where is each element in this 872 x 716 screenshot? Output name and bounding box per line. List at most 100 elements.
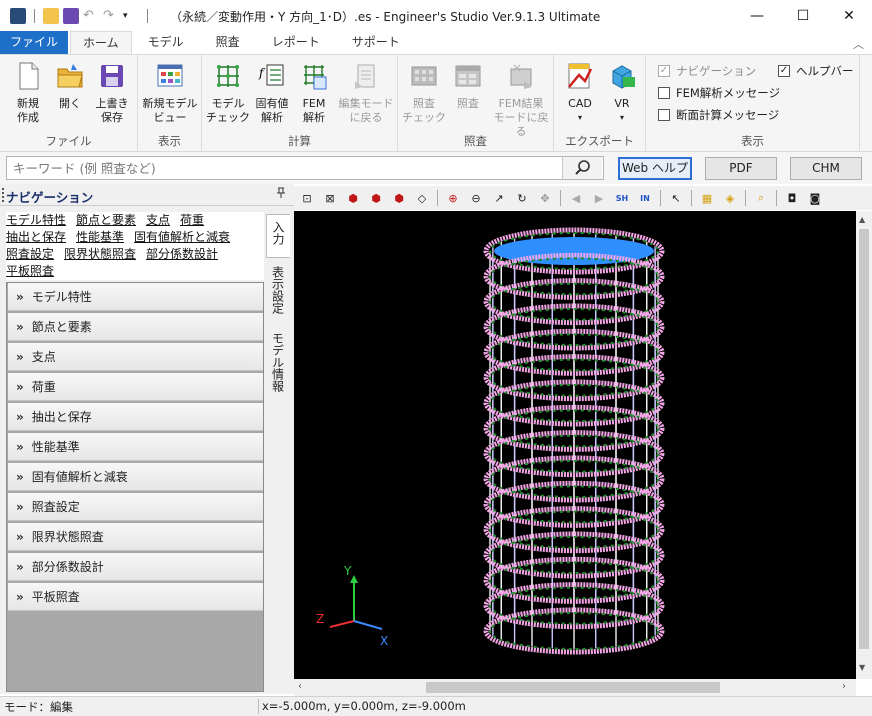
tab-support[interactable]: サポート bbox=[336, 31, 416, 54]
redo-icon[interactable]: ↷ bbox=[103, 8, 119, 24]
select-cursor-icon[interactable]: ↖ bbox=[667, 189, 685, 207]
nav-section-item[interactable]: » 照査設定 bbox=[8, 493, 263, 521]
vtab-display-settings[interactable]: 表示設定 bbox=[266, 260, 290, 326]
forward-icon[interactable]: ▶ bbox=[590, 189, 608, 207]
back-icon[interactable]: ◀ bbox=[567, 189, 585, 207]
check-check-button[interactable]: 照査 チェック bbox=[402, 61, 446, 125]
nav-link[interactable]: 平板照査 bbox=[6, 264, 54, 278]
nav-link[interactable]: 荷重 bbox=[180, 213, 204, 227]
scroll-up-icon[interactable]: ▲ bbox=[859, 215, 865, 224]
navigation-checkbox[interactable]: ✓ ナビゲーション bbox=[658, 63, 756, 79]
nav-section-item[interactable]: » モデル特性 bbox=[8, 283, 263, 311]
nav-link[interactable]: 節点と要素 bbox=[76, 213, 136, 227]
tab-report[interactable]: レポート bbox=[256, 31, 336, 54]
nav-section-item[interactable]: » 節点と要素 bbox=[8, 313, 263, 341]
fit-view-icon[interactable]: ⊡ bbox=[298, 189, 316, 207]
nav-link[interactable]: モデル特性 bbox=[6, 213, 66, 227]
save-icon[interactable] bbox=[63, 8, 79, 24]
vtab-model-info[interactable]: モデル情報 bbox=[266, 326, 290, 406]
nav-link[interactable]: 支点 bbox=[146, 213, 170, 227]
tab-file[interactable]: ファイル bbox=[0, 31, 69, 54]
camera-settings-icon[interactable]: ◙ bbox=[806, 189, 824, 207]
new-button[interactable]: 新規 作成 bbox=[6, 61, 50, 125]
top-view-icon[interactable]: ◇ bbox=[413, 189, 431, 207]
nav-link[interactable]: 固有値解析と減衰 bbox=[134, 230, 230, 244]
nav-link[interactable]: 部分係数設計 bbox=[146, 247, 218, 261]
tab-model[interactable]: モデル bbox=[132, 31, 200, 54]
divider bbox=[258, 699, 259, 714]
model-viewport[interactable]: Y Z X bbox=[294, 211, 856, 679]
vtab-input[interactable]: 入力 bbox=[266, 214, 290, 258]
info-icon[interactable]: IN bbox=[636, 189, 654, 207]
expand-chevron-icon: » bbox=[16, 559, 24, 574]
front-view-icon[interactable]: ⬢ bbox=[367, 189, 385, 207]
horizontal-scrollbar[interactable]: ‹ › bbox=[294, 679, 856, 696]
new-label: 新規 作成 bbox=[17, 97, 39, 124]
pan-icon[interactable]: ✥ bbox=[536, 189, 554, 207]
model-check-button[interactable]: モデル チェック bbox=[206, 61, 250, 125]
nav-link[interactable]: 抽出と保存 bbox=[6, 230, 66, 244]
vertical-scroll-thumb[interactable] bbox=[859, 229, 869, 649]
vertical-scrollbar[interactable]: ▲ ▼ bbox=[856, 211, 872, 679]
customize-qat-icon[interactable]: ▾ bbox=[123, 8, 139, 24]
zoom-region-icon[interactable]: ⊠ bbox=[321, 189, 339, 207]
arrow-icon[interactable]: ↗ bbox=[490, 189, 508, 207]
horizontal-scroll-thumb[interactable] bbox=[426, 682, 720, 693]
overwrite-save-button[interactable]: 上書き 保存 bbox=[90, 61, 134, 125]
group-file: 新規 作成 開く 上書き 保存 ファイル bbox=[0, 55, 138, 152]
keyword-search-input[interactable] bbox=[6, 156, 604, 180]
camera-icon[interactable]: ◘ bbox=[783, 189, 801, 207]
scroll-right-icon[interactable]: › bbox=[842, 681, 846, 692]
section-message-checkbox[interactable]: 断面計算メッセージ bbox=[658, 107, 779, 123]
nav-section-item[interactable]: » 抽出と保存 bbox=[8, 403, 263, 431]
search-button[interactable] bbox=[562, 157, 602, 179]
minimize-button[interactable]: — bbox=[734, 0, 780, 32]
nav-link[interactable]: 性能基準 bbox=[76, 230, 124, 244]
cad-export-button[interactable]: CAD ▾ bbox=[558, 61, 602, 125]
expand-chevron-icon: » bbox=[16, 409, 24, 424]
fem-analysis-button[interactable]: FEM 解析 bbox=[292, 61, 336, 125]
rotate-icon[interactable]: ↻ bbox=[513, 189, 531, 207]
open-button[interactable]: 開く bbox=[48, 61, 92, 111]
open-folder-icon[interactable] bbox=[43, 8, 59, 24]
back-to-fem-result-button[interactable]: FEM結果 モードに戻る bbox=[492, 61, 550, 139]
select-region-icon[interactable]: ▦ bbox=[698, 189, 716, 207]
nav-link[interactable]: 限界状態照査 bbox=[64, 247, 136, 261]
eigenvalue-analysis-button[interactable]: f 固有値 解析 bbox=[250, 61, 294, 125]
web-help-button[interactable]: Web ヘルプ bbox=[618, 157, 692, 180]
scroll-down-icon[interactable]: ▼ bbox=[859, 663, 865, 672]
side-view-icon[interactable]: ⬢ bbox=[390, 189, 408, 207]
zoom-out-icon[interactable]: ⊖ bbox=[467, 189, 485, 207]
back-to-edit-mode-button[interactable]: 編集モード に戻る bbox=[338, 61, 394, 125]
iso-view-icon[interactable]: ⬢ bbox=[344, 189, 362, 207]
nav-section-item[interactable]: » 固有値解析と減衰 bbox=[8, 463, 263, 491]
pdf-help-button[interactable]: PDF bbox=[705, 157, 777, 180]
new-model-view-button[interactable]: 新規モデル ビュー bbox=[142, 61, 198, 125]
check-button[interactable]: 照査 bbox=[446, 61, 490, 111]
nav-section-item[interactable]: » 限界状態照査 bbox=[8, 523, 263, 551]
scroll-left-icon[interactable]: ‹ bbox=[298, 681, 302, 692]
fem-message-checkbox[interactable]: FEM解析メッセージ bbox=[658, 85, 780, 101]
find-icon[interactable]: ⌕ bbox=[752, 189, 770, 207]
tab-check[interactable]: 照査 bbox=[200, 31, 256, 54]
nav-section-item[interactable]: » 性能基準 bbox=[8, 433, 263, 461]
nav-section-item[interactable]: » 荷重 bbox=[8, 373, 263, 401]
tab-home[interactable]: ホーム bbox=[70, 31, 132, 54]
new-model-view-label: 新規モデル ビュー bbox=[142, 97, 198, 124]
maximize-button[interactable]: ☐ bbox=[780, 0, 826, 32]
check-check-icon bbox=[409, 61, 439, 91]
collapse-ribbon-icon[interactable]: ︿ bbox=[853, 36, 864, 52]
nav-section-item[interactable]: » 部分係数設計 bbox=[8, 553, 263, 581]
nav-section-item[interactable]: » 平板照査 bbox=[8, 583, 263, 611]
zoom-in-icon[interactable]: ⊕ bbox=[444, 189, 462, 207]
nav-section-item[interactable]: » 支点 bbox=[8, 343, 263, 371]
undo-icon[interactable]: ↶ bbox=[83, 8, 99, 24]
vr-export-button[interactable]: VR ▾ bbox=[600, 61, 644, 125]
snapshot-icon[interactable]: SH bbox=[613, 189, 631, 207]
nav-link[interactable]: 照査設定 bbox=[6, 247, 54, 261]
pin-icon[interactable] bbox=[276, 187, 286, 202]
chm-help-button[interactable]: CHM bbox=[790, 157, 862, 180]
help-bar-checkbox[interactable]: ✓ ヘルプバー bbox=[778, 63, 854, 79]
select-element-icon[interactable]: ◈ bbox=[721, 189, 739, 207]
close-button[interactable]: ✕ bbox=[826, 0, 872, 32]
